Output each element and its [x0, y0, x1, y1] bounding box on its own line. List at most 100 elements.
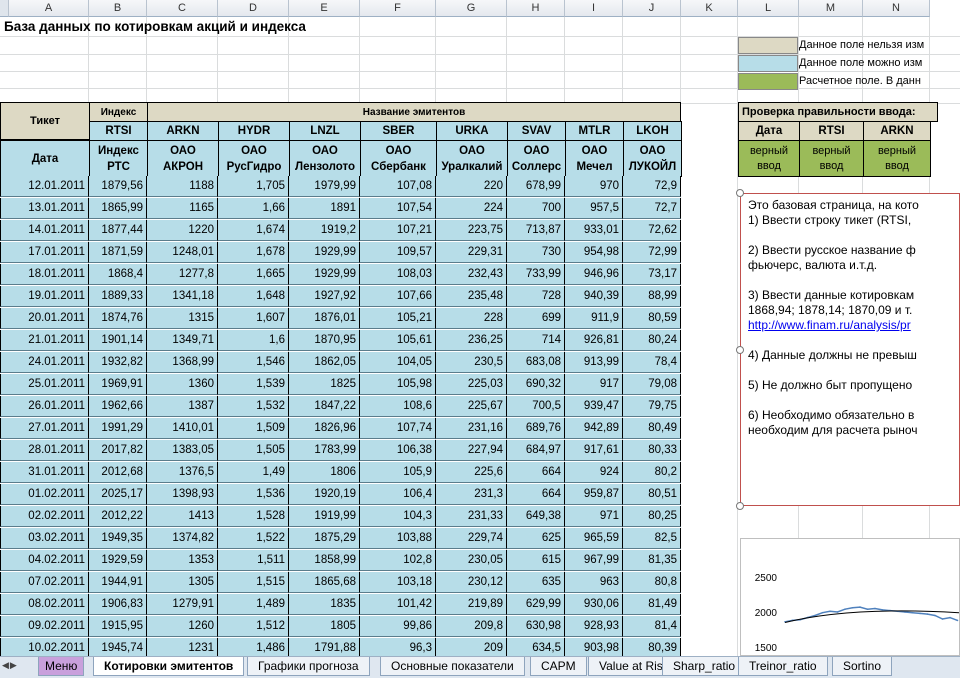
price-cell[interactable]: 1949,35 [89, 528, 147, 549]
price-cell[interactable]: 72,9 [623, 176, 681, 197]
price-cell[interactable]: 1891 [289, 198, 360, 219]
price-cell[interactable]: 1165 [147, 198, 218, 219]
price-cell[interactable]: 1,528 [218, 506, 289, 527]
price-cell[interactable]: 970 [565, 176, 623, 197]
date-cell[interactable]: 27.01.2011 [0, 418, 89, 439]
price-cell[interactable]: 79,08 [623, 374, 681, 395]
price-cell[interactable]: 965,59 [565, 528, 623, 549]
price-cell[interactable]: 959,87 [565, 484, 623, 505]
column-header-j[interactable]: J [623, 0, 681, 17]
price-cell[interactable]: 1360 [147, 374, 218, 395]
date-cell[interactable]: 17.01.2011 [0, 242, 89, 263]
price-cell[interactable]: 1906,83 [89, 594, 147, 615]
price-cell[interactable]: 105,21 [360, 308, 436, 329]
price-cell[interactable]: 1,532 [218, 396, 289, 417]
date-cell[interactable]: 03.02.2011 [0, 528, 89, 549]
date-cell[interactable]: 14.01.2011 [0, 220, 89, 241]
price-cell[interactable]: 1413 [147, 506, 218, 527]
price-cell[interactable]: 1871,59 [89, 242, 147, 263]
resize-handle[interactable] [736, 502, 744, 510]
date-cell[interactable]: 28.01.2011 [0, 440, 89, 461]
date-cell[interactable]: 19.01.2011 [0, 286, 89, 307]
price-cell[interactable]: 946,96 [565, 264, 623, 285]
sheet-tab-0[interactable]: Меню [38, 657, 85, 676]
price-cell[interactable]: 649,38 [507, 506, 565, 527]
price-cell[interactable]: 229,74 [436, 528, 507, 549]
price-cell[interactable]: 228 [436, 308, 507, 329]
price-cell[interactable]: 79,75 [623, 396, 681, 417]
price-cell[interactable]: 1932,82 [89, 352, 147, 373]
price-cell[interactable]: 699 [507, 308, 565, 329]
price-cell[interactable]: 664 [507, 462, 565, 483]
date-cell[interactable]: 20.01.2011 [0, 308, 89, 329]
price-cell[interactable]: 1188 [147, 176, 218, 197]
price-cell[interactable]: 1,674 [218, 220, 289, 241]
price-cell[interactable]: 2012,22 [89, 506, 147, 527]
price-cell[interactable]: 1,546 [218, 352, 289, 373]
price-cell[interactable]: 1889,33 [89, 286, 147, 307]
price-cell[interactable]: 1341,18 [147, 286, 218, 307]
column-header-e[interactable]: E [289, 0, 360, 17]
column-header-g[interactable]: G [436, 0, 507, 17]
date-cell[interactable]: 18.01.2011 [0, 264, 89, 285]
price-cell[interactable]: 103,88 [360, 528, 436, 549]
price-cell[interactable]: 80,25 [623, 506, 681, 527]
price-cell[interactable]: 911,9 [565, 308, 623, 329]
date-cell[interactable]: 31.01.2011 [0, 462, 89, 483]
price-cell[interactable]: 1875,29 [289, 528, 360, 549]
price-cell[interactable]: 107,74 [360, 418, 436, 439]
price-cell[interactable]: 107,08 [360, 176, 436, 197]
price-cell[interactable]: 1944,91 [89, 572, 147, 593]
price-cell[interactable]: 1858,99 [289, 550, 360, 571]
price-cell[interactable]: 714 [507, 330, 565, 351]
date-cell[interactable]: 12.01.2011 [0, 176, 89, 197]
price-cell[interactable]: 933,01 [565, 220, 623, 241]
price-cell[interactable]: 1,512 [218, 616, 289, 637]
price-cell[interactable]: 88,99 [623, 286, 681, 307]
price-cell[interactable]: 1,511 [218, 550, 289, 571]
price-cell[interactable]: 630,98 [507, 616, 565, 637]
price-cell[interactable]: 700 [507, 198, 565, 219]
price-cell[interactable]: 1962,66 [89, 396, 147, 417]
column-header-h[interactable]: H [507, 0, 565, 17]
date-cell[interactable]: 13.01.2011 [0, 198, 89, 219]
price-cell[interactable]: 80,51 [623, 484, 681, 505]
price-cell[interactable]: 728 [507, 286, 565, 307]
price-cell[interactable]: 1376,5 [147, 462, 218, 483]
price-cell[interactable]: 109,57 [360, 242, 436, 263]
price-cell[interactable]: 1862,05 [289, 352, 360, 373]
sheet-tab-3[interactable]: Основные показатели [380, 657, 525, 676]
price-cell[interactable]: 1,648 [218, 286, 289, 307]
price-cell[interactable]: 957,5 [565, 198, 623, 219]
price-cell[interactable]: 1,705 [218, 176, 289, 197]
price-cell[interactable]: 1929,99 [289, 264, 360, 285]
price-cell[interactable]: 1876,01 [289, 308, 360, 329]
price-cell[interactable]: 105,98 [360, 374, 436, 395]
price-cell[interactable]: 231,33 [436, 506, 507, 527]
price-cell[interactable]: 1868,4 [89, 264, 147, 285]
price-cell[interactable]: 99,86 [360, 616, 436, 637]
price-cell[interactable]: 1920,19 [289, 484, 360, 505]
date-cell[interactable]: 01.02.2011 [0, 484, 89, 505]
finam-link[interactable]: http://www.finam.ru/analysis/pr [748, 318, 911, 332]
price-cell[interactable]: 730 [507, 242, 565, 263]
price-cell[interactable]: 232,43 [436, 264, 507, 285]
price-cell[interactable]: 107,54 [360, 198, 436, 219]
price-cell[interactable]: 236,25 [436, 330, 507, 351]
price-cell[interactable]: 2025,17 [89, 484, 147, 505]
price-cell[interactable]: 220 [436, 176, 507, 197]
price-cell[interactable]: 684,97 [507, 440, 565, 461]
column-header-i[interactable]: I [565, 0, 623, 17]
price-cell[interactable]: 105,61 [360, 330, 436, 351]
price-cell[interactable]: 72,99 [623, 242, 681, 263]
price-cell[interactable]: 225,03 [436, 374, 507, 395]
price-cell[interactable]: 1,678 [218, 242, 289, 263]
price-cell[interactable]: 231,3 [436, 484, 507, 505]
price-cell[interactable]: 963 [565, 572, 623, 593]
date-cell[interactable]: 25.01.2011 [0, 374, 89, 395]
price-cell[interactable]: 1398,93 [147, 484, 218, 505]
sheet-tab-8[interactable]: Sortino [832, 657, 893, 676]
price-cell[interactable]: 73,17 [623, 264, 681, 285]
price-cell[interactable]: 105,9 [360, 462, 436, 483]
column-header-d[interactable]: D [218, 0, 289, 17]
